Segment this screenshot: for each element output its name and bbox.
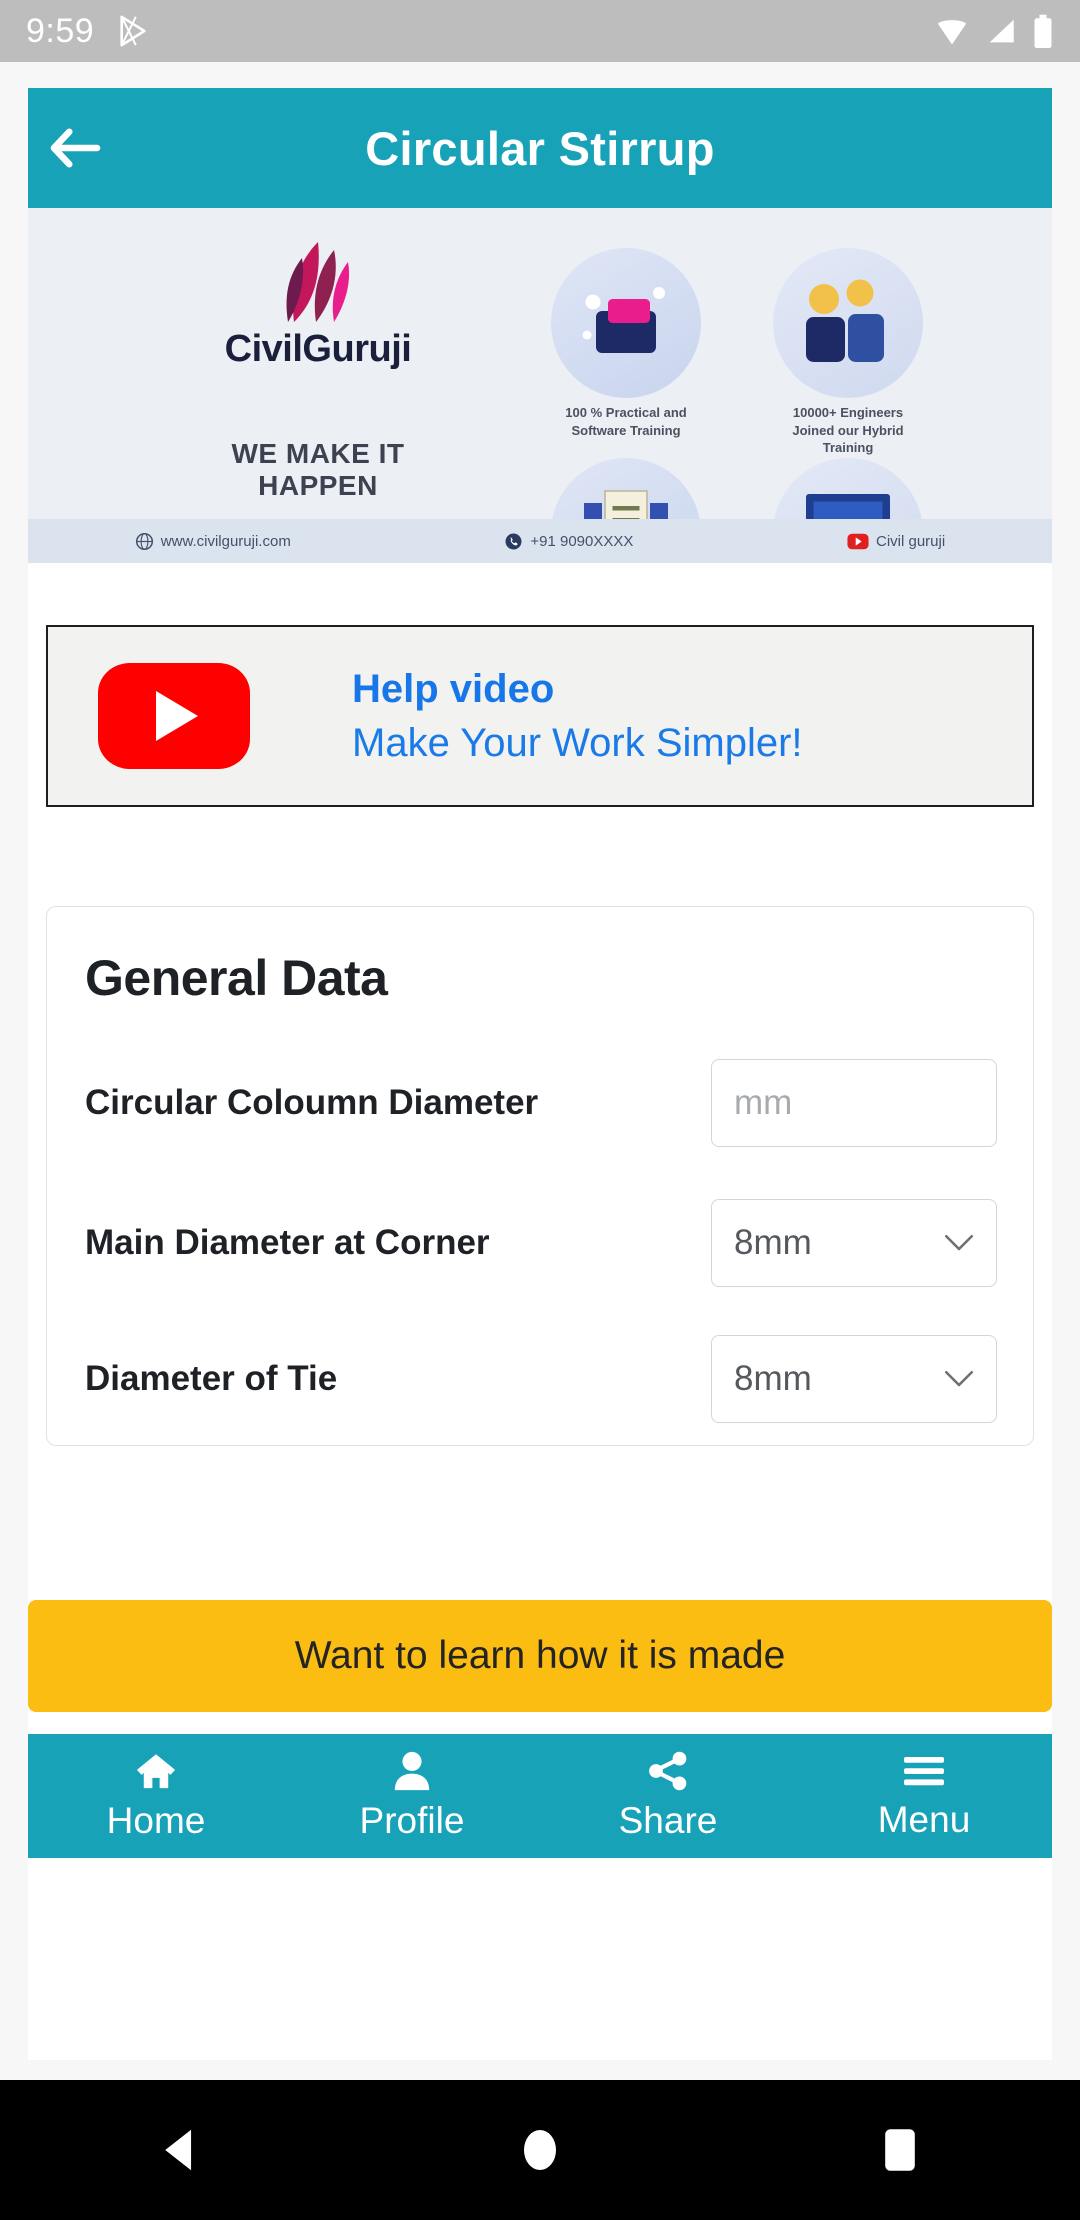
nav-item-profile[interactable]: Profile [284,1734,540,1858]
banner-tile: 100 % Practical and Software Training [551,248,701,439]
recents-square-icon [885,2129,915,2171]
app-body: Circular Stirrup CivilGuruji WE MAKE IT … [0,62,1080,2080]
nav-label-menu: Menu [877,1799,971,1840]
form-label-diameter-of-tie: Diameter of Tie [85,1359,338,1398]
share-icon [649,1751,687,1791]
civilguruji-brand-text: CivilGuruji [224,328,412,370]
android-recents-button[interactable] [720,2126,1080,2174]
feather-logo-icon [286,242,350,322]
banner-footer-phone: +91 9090XXXX [504,532,633,551]
nav-label-share: Share [618,1800,718,1841]
banner-tile-caption: 100 % Practical and Software Training [565,405,687,438]
banner-tile-image [773,248,923,398]
app-bar: Circular Stirrup [28,88,1052,208]
help-video-text: Help video Make Your Work Simpler! [352,662,803,770]
banner-tile: 10000+ Engineers Joined our Hybrid Train… [773,248,923,457]
learn-how-its-made-button[interactable]: Want to learn how it is made [28,1600,1052,1712]
general-data-heading: General Data [85,950,388,1006]
content-surface: Circular Stirrup CivilGuruji WE MAKE IT … [28,88,1052,2060]
nav-item-share[interactable]: Share [540,1734,796,1858]
diameter-of-tie-value: 8mm [734,1359,812,1398]
globe-icon [135,532,153,550]
nav-item-menu[interactable]: Menu [796,1734,1052,1858]
form-row-diameter-of-tie: Diameter of Tie 8mm [47,1311,1033,1445]
circular-column-diameter-input[interactable]: mm [711,1059,997,1147]
help-video-subtitle: Make Your Work Simpler! [352,721,803,765]
promo-banner-artwork: CivilGuruji WE MAKE IT HAPPEN Download t… [28,208,1052,563]
banner-tagline: WE MAKE IT HAPPEN [231,438,405,501]
general-data-card: General Data Circular Coloumn Diameter m… [46,906,1034,1446]
banner-tile-image [551,248,701,398]
help-video-title: Help video [352,667,555,711]
banner-footer-youtube: Civil guruji [847,533,945,550]
main-diameter-at-corner-value: 8mm [734,1223,812,1262]
form-row-main-diameter-at-corner: Main Diameter at Corner 8mm [47,1175,1033,1311]
help-video-card[interactable]: Help video Make Your Work Simpler! [46,625,1034,807]
status-bar-clock: 9:59 [26,11,95,50]
banner-footer-website-text: www.civilguruji.com [160,532,291,550]
banner-footer-website: www.civilguruji.com [135,532,291,551]
phone-screen: 9:59 Circular Stirrup CivilGuruji WE MAK… [0,0,1080,2220]
main-diameter-at-corner-select[interactable]: 8mm [711,1199,997,1287]
engineers-illustration-icon [806,279,884,362]
nav-label-profile: Profile [359,1800,465,1841]
nav-label-home: Home [106,1800,206,1841]
home-icon [136,1754,176,1789]
civilguruji-logo: CivilGuruji [173,238,463,371]
chevron-down-icon [944,1370,974,1387]
back-triangle-icon [165,2129,192,2171]
battery-icon [1034,14,1052,48]
banner-footer: www.civilguruji.com +91 9090XXXX Civil g… [28,519,1052,563]
chevron-down-icon [944,1234,974,1251]
training-illustration-icon [582,287,665,353]
wifi-icon [937,20,967,45]
status-bar-notification-icons [116,13,150,49]
menu-icon [904,1757,944,1786]
back-button[interactable] [28,125,124,171]
banner-tile-caption: 10000+ Engineers Joined our Hybrid Train… [792,405,904,456]
banner-footer-youtube-text: Civil guruji [875,532,946,550]
form-label-circular-column-diameter: Circular Coloumn Diameter [85,1083,539,1122]
status-bar: 9:59 [0,0,1080,62]
signal-icon [989,19,1014,43]
back-arrow-icon [50,128,101,168]
android-navigation-bar [0,2080,1080,2220]
profile-icon [394,1751,430,1791]
android-home-button[interactable] [360,2124,720,2176]
phone-icon [505,533,522,549]
bottom-navigation: Home Profile Share Menu [28,1734,1052,1858]
status-bar-system-icons [934,14,1054,48]
youtube-play-icon[interactable] [98,663,250,769]
form-label-main-diameter-at-corner: Main Diameter at Corner [85,1223,490,1262]
play-store-icon [120,15,146,47]
civilguruji-logo-mark [173,238,463,328]
page-title: Circular Stirrup [365,121,715,175]
banner-footer-phone-text: +91 9090XXXX [530,532,634,550]
nav-item-home[interactable]: Home [28,1734,284,1858]
diameter-of-tie-select[interactable]: 8mm [711,1335,997,1423]
android-back-button[interactable] [0,2126,360,2174]
form-row-circular-column-diameter: Circular Coloumn Diameter mm [47,1035,1033,1171]
promo-banner[interactable]: CivilGuruji WE MAKE IT HAPPEN Download t… [28,208,1052,563]
youtube-icon [847,533,869,549]
home-circle-icon [524,2130,556,2170]
